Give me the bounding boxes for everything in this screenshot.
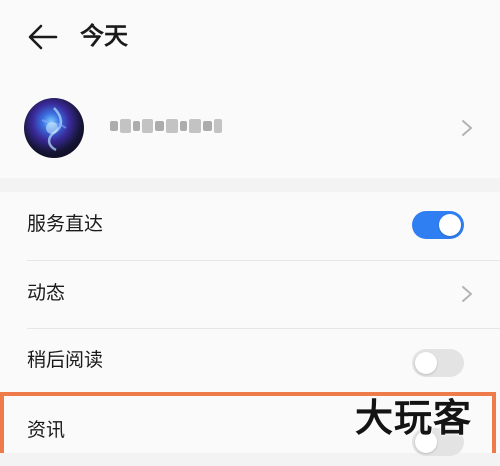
toggle-knob bbox=[439, 214, 461, 236]
row-label: 稍后阅读 bbox=[27, 349, 104, 371]
row-label: 服务直达 bbox=[27, 213, 104, 235]
row-moments[interactable]: 动态 bbox=[0, 261, 500, 327]
page-title: 今天 bbox=[80, 22, 128, 50]
row-read-later: 稍后阅读 bbox=[0, 328, 500, 394]
avatar bbox=[24, 98, 84, 158]
back-button[interactable] bbox=[26, 22, 60, 52]
read-later-toggle[interactable] bbox=[412, 349, 464, 377]
chevron-right-icon bbox=[462, 286, 472, 302]
top-bar: 今天 bbox=[0, 0, 500, 78]
row-label: 动态 bbox=[27, 282, 66, 304]
row-service-direct: 服务直达 bbox=[0, 192, 500, 258]
back-arrow-icon bbox=[28, 24, 58, 50]
account-row[interactable] bbox=[0, 78, 500, 178]
account-name-blurred bbox=[110, 116, 223, 136]
watermark-text: 大玩客 bbox=[355, 396, 473, 440]
service-direct-toggle[interactable] bbox=[412, 211, 464, 239]
toggle-knob bbox=[415, 352, 437, 374]
chevron-right-icon bbox=[462, 120, 472, 136]
row-label: 资讯 bbox=[27, 419, 66, 441]
